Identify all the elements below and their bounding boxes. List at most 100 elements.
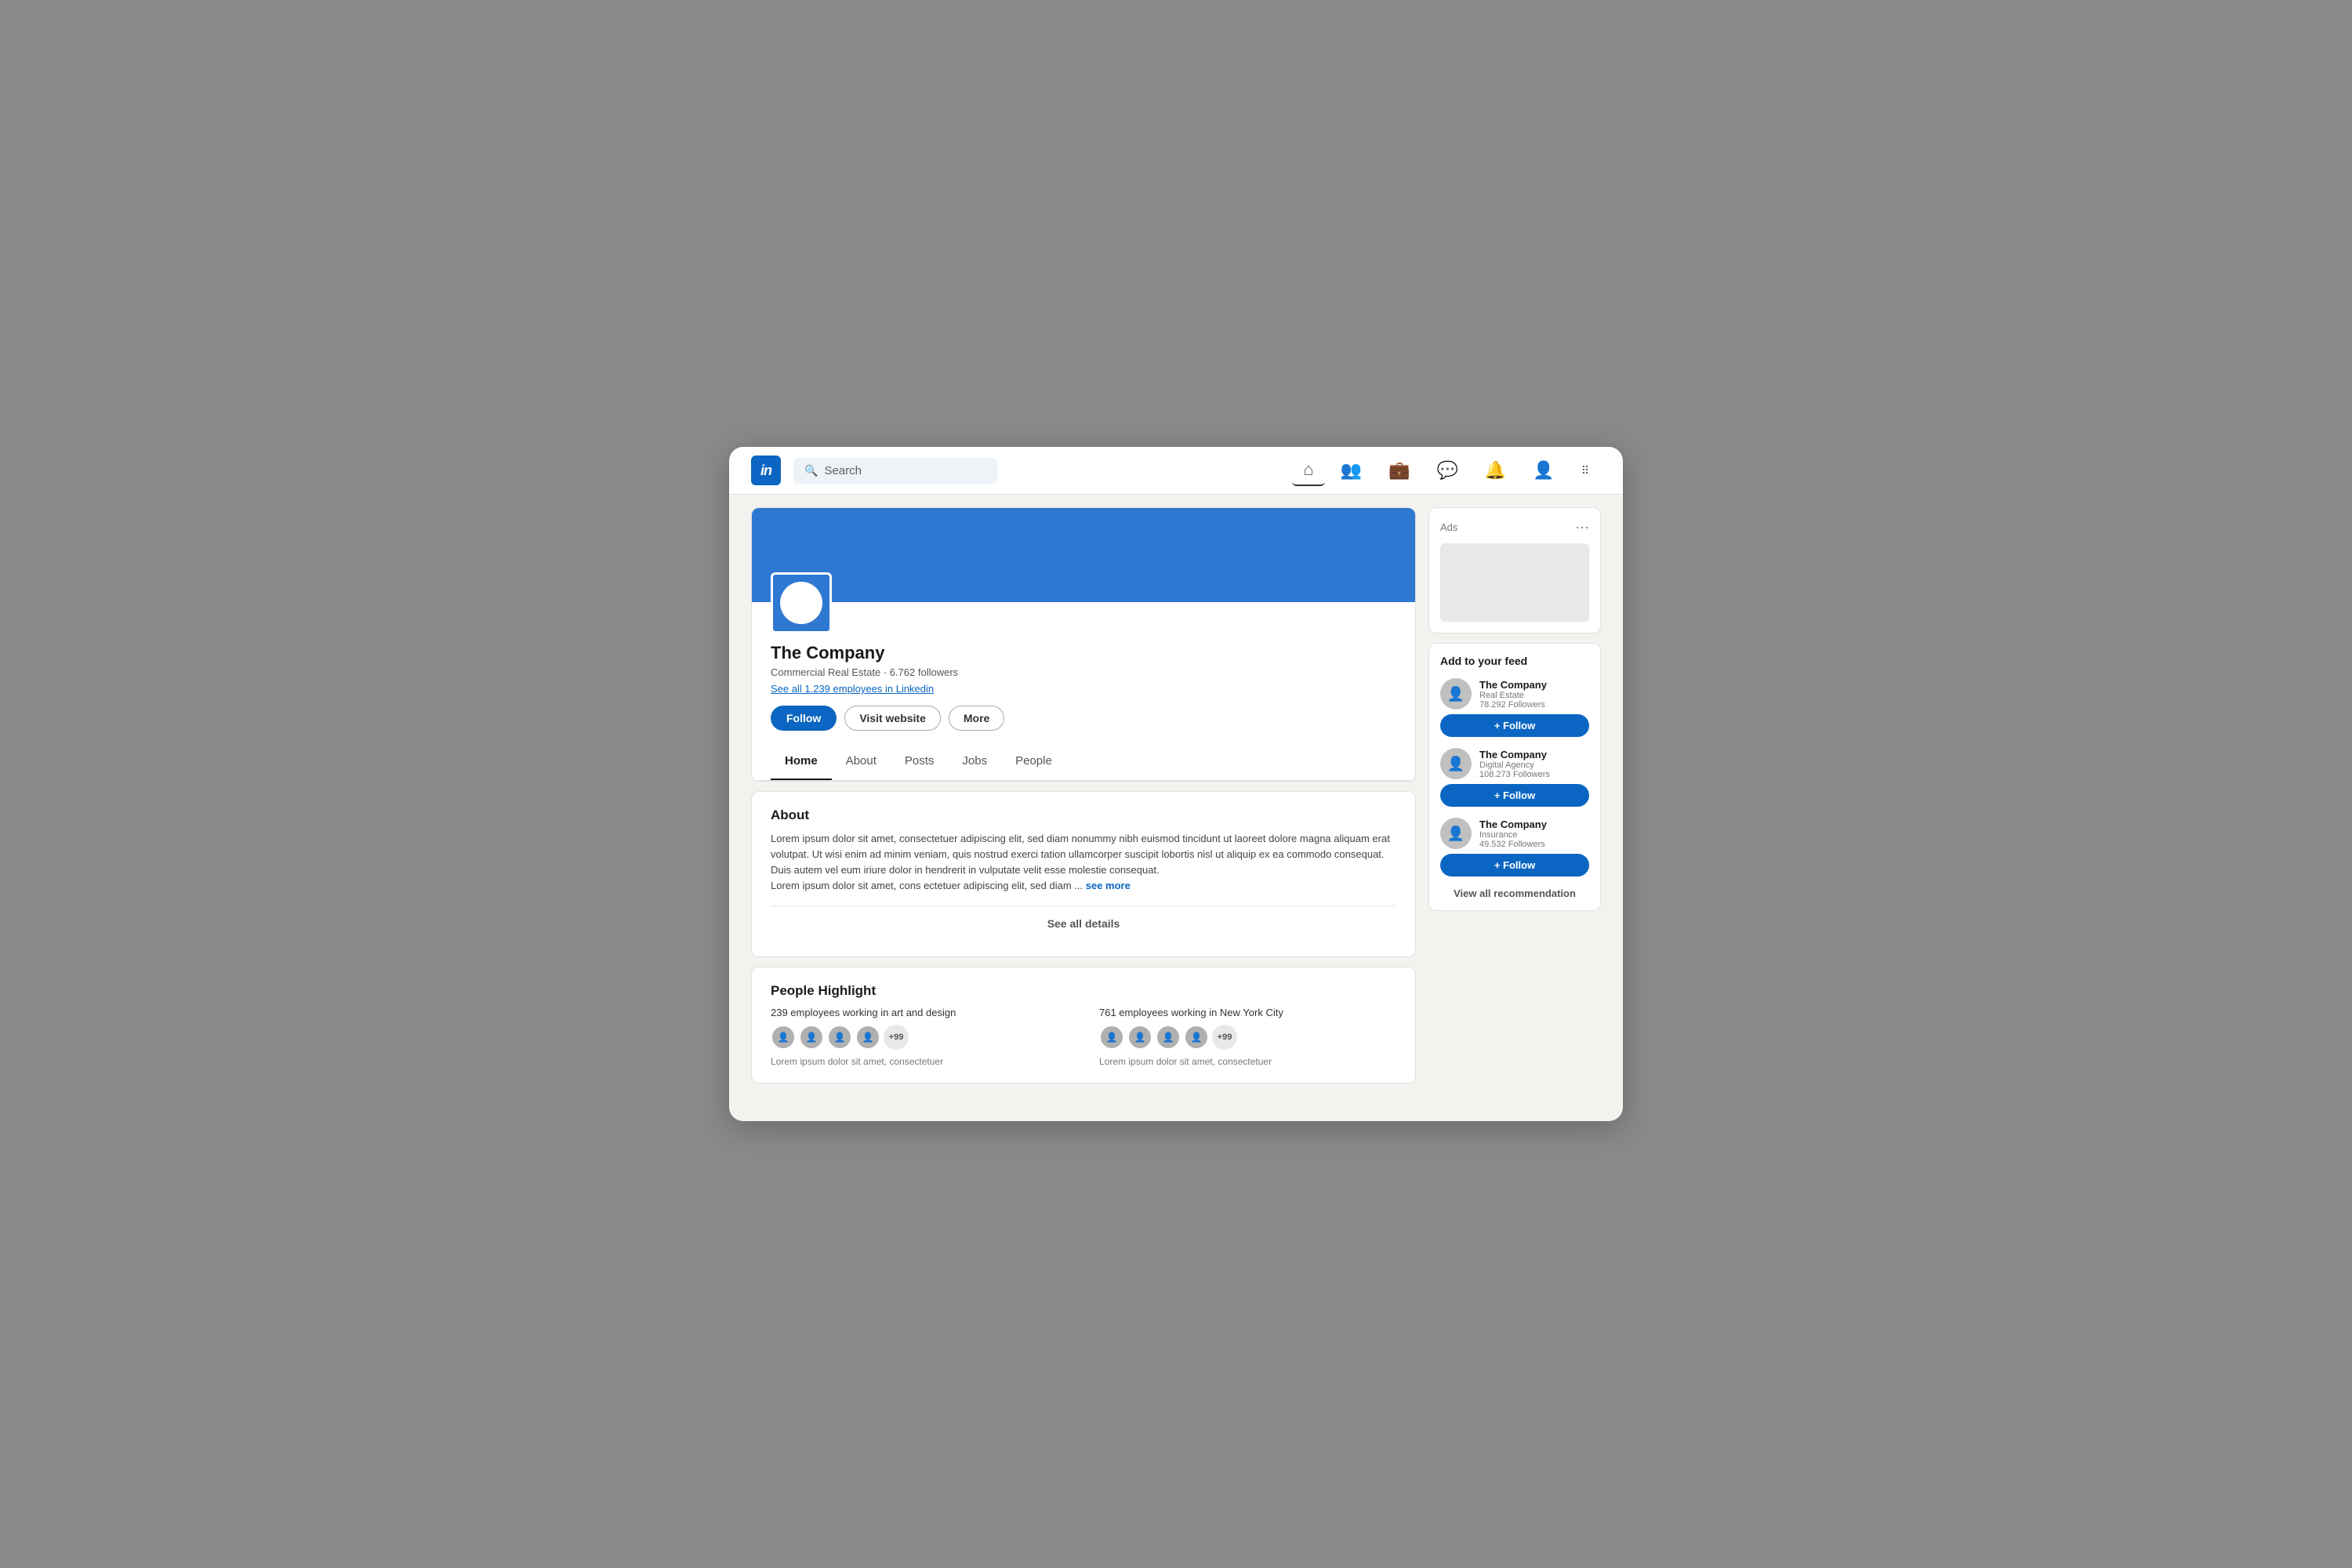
company-info: The Company Commercial Real Estate · 6.7… (752, 602, 1415, 743)
page-tabs: Home About Posts Jobs People (752, 743, 1415, 781)
feed-followers-1: 108.273 Followers (1479, 770, 1550, 779)
feed-sub-2: Insurance (1479, 830, 1547, 840)
nav-messages[interactable]: 💬 (1426, 456, 1469, 485)
nav-grid[interactable]: ⠿ (1570, 459, 1601, 482)
feed-card: Add to your feed 👤 The Company Real Esta… (1428, 643, 1601, 911)
avatar-1: 👤 (771, 1025, 796, 1050)
nav-notifications[interactable]: 🔔 (1474, 456, 1517, 485)
people-group-nyc: 761 employees working in New York City 👤… (1099, 1007, 1396, 1067)
company-banner (752, 508, 1415, 602)
company-card: The Company Commercial Real Estate · 6.7… (751, 507, 1416, 782)
ads-header: Ads ··· (1440, 519, 1589, 535)
tab-about[interactable]: About (832, 743, 891, 780)
feed-avatar-0: 👤 (1440, 678, 1472, 710)
feed-sub-0: Real Estate (1479, 691, 1547, 700)
feed-name-1: The Company (1479, 749, 1550, 760)
avatar-nyc-3: 👤 (1156, 1025, 1181, 1050)
tab-home[interactable]: Home (771, 743, 832, 780)
avatar-nyc-1: 👤 (1099, 1025, 1124, 1050)
people-group-art-desc: Lorem ipsum dolor sit amet, consectetuer (771, 1056, 1068, 1067)
avatars-row-nyc: 👤 👤 👤 👤 +99 (1099, 1025, 1396, 1050)
nav-bar: in 🔍 Search ⌂ 👥 💼 💬 🔔 👤 (729, 447, 1623, 495)
people-group-nyc-desc: Lorem ipsum dolor sit amet, consectetuer (1099, 1056, 1396, 1067)
avatar-3: 👤 (827, 1025, 852, 1050)
browser-window: in 🔍 Search ⌂ 👥 💼 💬 🔔 👤 (729, 447, 1623, 1121)
people-group-art-label: 239 employees working in art and design (771, 1007, 1068, 1018)
nav-icons: ⌂ 👥 💼 💬 🔔 👤 ⠿ (1292, 455, 1601, 486)
view-all-recommendation[interactable]: View all recommendation (1440, 887, 1589, 899)
people-highlight-title: People Highlight (771, 983, 1396, 999)
feed-item-2: 👤 The Company Insurance 49.532 Followers… (1440, 818, 1589, 877)
people-icon: 👥 (1341, 460, 1362, 481)
ads-card: Ads ··· (1428, 507, 1601, 633)
avatar-plus-art: +99 (884, 1025, 909, 1050)
ads-image (1440, 543, 1589, 622)
feed-followers-0: 78.292 Followers (1479, 700, 1547, 710)
ads-more-button[interactable]: ··· (1575, 519, 1589, 535)
feed-avatar-1: 👤 (1440, 748, 1472, 779)
home-icon: ⌂ (1303, 459, 1313, 480)
feed-item-1: 👤 The Company Digital Agency 108.273 Fol… (1440, 748, 1589, 807)
nav-profile[interactable]: 👤 (1522, 456, 1565, 485)
about-title: About (771, 808, 1396, 823)
feed-name-2: The Company (1479, 818, 1547, 830)
avatar-nyc-4: 👤 (1184, 1025, 1209, 1050)
search-bar[interactable]: 🔍 Search (793, 458, 997, 484)
messages-icon: 💬 (1437, 460, 1458, 481)
nav-home[interactable]: ⌂ (1292, 455, 1324, 486)
feed-follow-button-1[interactable]: + Follow (1440, 784, 1589, 807)
ads-label: Ads (1440, 521, 1457, 533)
linkedin-logo: in (751, 456, 781, 485)
people-group-art: 239 employees working in art and design … (771, 1007, 1068, 1067)
feed-info-0: The Company Real Estate 78.292 Followers (1479, 679, 1547, 710)
left-column: The Company Commercial Real Estate · 6.7… (751, 507, 1416, 1083)
feed-item-top-0: 👤 The Company Real Estate 78.292 Followe… (1440, 678, 1589, 710)
tab-people[interactable]: People (1001, 743, 1066, 780)
see-more-link[interactable]: see more (1086, 880, 1131, 891)
avatar-4: 👤 (855, 1025, 880, 1050)
main-layout: The Company Commercial Real Estate · 6.7… (729, 495, 1623, 1096)
company-actions: Follow Visit website More (771, 706, 1396, 731)
follow-button[interactable]: Follow (771, 706, 837, 731)
search-input[interactable]: Search (824, 464, 862, 477)
people-group-nyc-label: 761 employees working in New York City (1099, 1007, 1396, 1018)
grid-icon: ⠿ (1581, 464, 1590, 477)
more-button[interactable]: More (949, 706, 1004, 731)
profile-icon: 👤 (1533, 460, 1554, 481)
company-employees-link[interactable]: See all 1.239 employees in Linkedin (771, 683, 1396, 695)
about-text: Lorem ipsum dolor sit amet, consectetuer… (771, 831, 1396, 895)
feed-name-0: The Company (1479, 679, 1547, 691)
search-icon: 🔍 (804, 464, 818, 477)
feed-follow-button-0[interactable]: + Follow (1440, 714, 1589, 737)
feed-info-2: The Company Insurance 49.532 Followers (1479, 818, 1547, 849)
tab-jobs[interactable]: Jobs (948, 743, 1001, 780)
feed-follow-button-2[interactable]: + Follow (1440, 854, 1589, 877)
avatar-plus-nyc: +99 (1212, 1025, 1237, 1050)
feed-item-top-1: 👤 The Company Digital Agency 108.273 Fol… (1440, 748, 1589, 779)
feed-item-0: 👤 The Company Real Estate 78.292 Followe… (1440, 678, 1589, 737)
feed-followers-2: 49.532 Followers (1479, 840, 1547, 849)
company-meta: Commercial Real Estate · 6.762 followers (771, 666, 1396, 678)
jobs-icon: 💼 (1388, 460, 1410, 481)
see-all-details-button[interactable]: See all details (771, 906, 1396, 941)
right-column: Ads ··· Add to your feed 👤 The Company R… (1428, 507, 1601, 1083)
feed-sub-1: Digital Agency (1479, 760, 1550, 770)
company-name: The Company (771, 643, 1396, 663)
avatars-row-art: 👤 👤 👤 👤 +99 (771, 1025, 1068, 1050)
nav-people[interactable]: 👥 (1330, 456, 1373, 485)
feed-info-1: The Company Digital Agency 108.273 Follo… (1479, 749, 1550, 779)
feed-title: Add to your feed (1440, 655, 1589, 667)
company-logo-wrap (771, 572, 832, 633)
feed-item-top-2: 👤 The Company Insurance 49.532 Followers (1440, 818, 1589, 849)
visit-website-button[interactable]: Visit website (844, 706, 941, 731)
about-section: About Lorem ipsum dolor sit amet, consec… (751, 791, 1416, 957)
avatar-nyc-2: 👤 (1127, 1025, 1152, 1050)
notifications-icon: 🔔 (1485, 460, 1506, 481)
nav-jobs[interactable]: 💼 (1377, 456, 1421, 485)
feed-avatar-2: 👤 (1440, 818, 1472, 849)
people-groups: 239 employees working in art and design … (771, 1007, 1396, 1067)
company-logo-circle (780, 582, 822, 624)
avatar-2: 👤 (799, 1025, 824, 1050)
people-section: People Highlight 239 employees working i… (751, 967, 1416, 1083)
tab-posts[interactable]: Posts (891, 743, 949, 780)
